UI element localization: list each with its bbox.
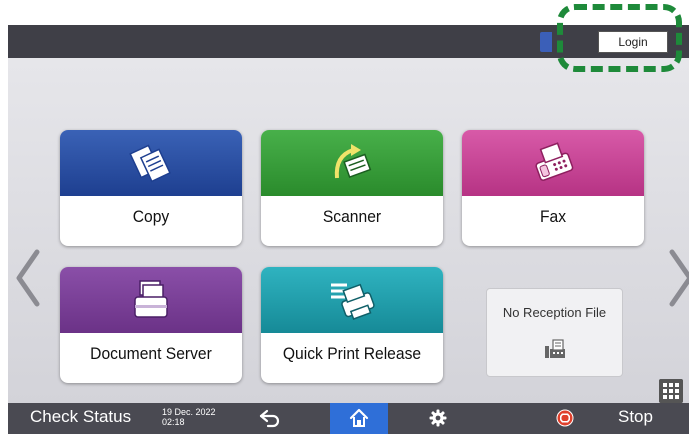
fax-label: Fax: [539, 207, 567, 226]
back-arrow-icon[interactable]: [258, 408, 282, 428]
home-icon: [349, 408, 369, 427]
chevron-right-icon[interactable]: [666, 248, 689, 308]
bottom-bar: Check Status 19 Dec. 2022 02:18 Stop: [8, 403, 689, 434]
home-screen: Copy Scanner Fax Document Server Quick P…: [8, 58, 689, 427]
document-server-icon: [134, 280, 168, 318]
date-time: 19 Dec. 2022 02:18: [162, 407, 216, 427]
home-button[interactable]: [330, 403, 388, 434]
scanner-tile-band: [261, 130, 443, 196]
document-server-label: Document Server: [90, 344, 212, 363]
date-text: 19 Dec. 2022: [162, 407, 216, 417]
copy-label: Copy: [132, 207, 170, 226]
chevron-left-icon[interactable]: [13, 248, 43, 308]
top-bar: Login: [8, 25, 689, 58]
user-tab-edge: [540, 32, 552, 52]
device-screen: Login Copy Scanner Fax Document Server Q…: [8, 25, 689, 434]
document-server-tile[interactable]: Document Server: [60, 267, 242, 383]
gear-icon[interactable]: [429, 409, 447, 427]
stop-icon[interactable]: [556, 409, 574, 427]
quick-print-release-tile[interactable]: Quick Print Release: [261, 267, 443, 383]
check-status-button[interactable]: Check Status: [30, 407, 131, 427]
login-button[interactable]: Login: [598, 31, 668, 53]
copy-tile-band: [60, 130, 242, 196]
fax-tray-icon: [545, 339, 565, 358]
copy-icon: [129, 144, 171, 183]
scanner-label: Scanner: [322, 207, 382, 226]
time-text: 02:18: [162, 417, 185, 427]
fax-tile[interactable]: Fax: [462, 130, 644, 246]
app-grid-icon[interactable]: [659, 379, 683, 403]
fax-tile-band: [462, 130, 644, 196]
scanner-tile[interactable]: Scanner: [261, 130, 443, 246]
fax-icon: [535, 142, 574, 181]
no-reception-file-widget[interactable]: No Reception File: [486, 288, 623, 377]
scanner-icon: [334, 144, 372, 179]
copy-tile[interactable]: Copy: [60, 130, 242, 246]
quick-print-release-tile-band: [261, 267, 443, 333]
stop-button[interactable]: Stop: [618, 407, 653, 427]
document-server-tile-band: [60, 267, 242, 333]
quick-print-release-label: Quick Print Release: [282, 344, 422, 363]
no-reception-file-label: No Reception File: [502, 305, 607, 320]
printer-icon: [331, 283, 375, 320]
